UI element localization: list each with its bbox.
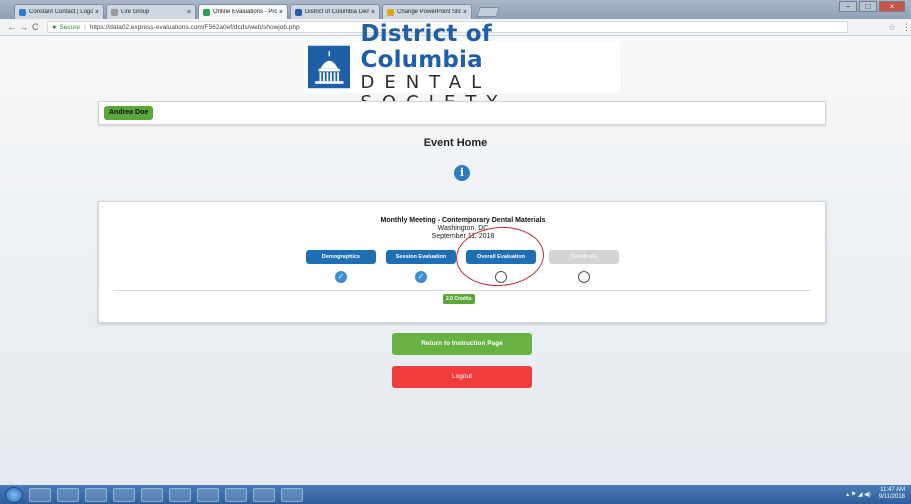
secure-label: Secure xyxy=(59,23,80,31)
browser-menu-icon[interactable]: ⋮ xyxy=(902,22,911,33)
tab-favicon-icon xyxy=(111,8,118,16)
browser-tab[interactable]: Constant Contact | Logo × xyxy=(14,4,104,19)
back-arrow-icon[interactable]: ← xyxy=(6,22,18,32)
url-separator: | xyxy=(84,23,86,31)
user-name-badge[interactable]: Andrea Doe xyxy=(104,106,154,120)
taskbar-app-icon[interactable] xyxy=(225,487,247,502)
page-content: District of Columbia DENTAL SOCIETY Andr… xyxy=(0,21,911,485)
browser-tab[interactable]: Lire Group × xyxy=(106,4,196,19)
lock-icon: ● xyxy=(52,23,57,31)
url-text: https://data02.express-evaluations.com/F… xyxy=(89,23,300,31)
page-title: Event Home xyxy=(423,137,488,149)
close-window-button[interactable]: × xyxy=(879,1,905,12)
certificate-button: Certificate xyxy=(549,250,619,264)
clock-date: 9/11/2018 xyxy=(878,494,905,500)
event-date: September 11, 2018 xyxy=(431,233,495,240)
demographics-button[interactable]: Demographics xyxy=(306,250,376,264)
user-bar: Andrea Doe xyxy=(98,101,826,125)
tab-close-icon[interactable]: × xyxy=(187,9,191,16)
taskbar-app-icon[interactable] xyxy=(141,487,163,502)
taskbar-app-icon[interactable] xyxy=(85,487,107,502)
event-location: Washington, DC xyxy=(437,225,489,232)
dcds-logo: District of Columbia DENTAL SOCIETY xyxy=(304,21,620,113)
tab-favicon-icon xyxy=(203,8,210,16)
certificate-status-icon xyxy=(578,271,590,283)
credits-badge: 2.0 Credits xyxy=(443,294,475,304)
demographics-checkmark-icon: ✓ xyxy=(335,271,347,283)
minimize-button[interactable]: − xyxy=(839,1,857,12)
tab-title: Lire Group xyxy=(121,9,150,15)
tab-close-icon[interactable]: × xyxy=(95,9,99,16)
system-tray: ▴ ⚑ ◢ ◀) 11:47 AM 9/11/2018 xyxy=(846,487,905,501)
new-tab-button[interactable] xyxy=(476,7,500,17)
card-divider xyxy=(113,290,811,291)
logout-button[interactable]: Logout xyxy=(392,366,532,388)
session-evaluation-checkmark-icon: ✓ xyxy=(415,271,427,283)
browser-tab-active[interactable]: Online Evaluations - Pro × xyxy=(198,4,288,19)
tab-title: Online Evaluations - Pro xyxy=(213,9,277,15)
tab-favicon-icon xyxy=(387,8,394,16)
bookmark-star-icon[interactable]: ☆ xyxy=(888,22,896,33)
taskbar-app-icon[interactable] xyxy=(57,487,79,502)
reload-icon[interactable]: C xyxy=(29,22,41,32)
window-controls: − □ × xyxy=(837,1,905,12)
windows-taskbar: ▴ ⚑ ◢ ◀) 11:47 AM 9/11/2018 xyxy=(0,485,911,504)
tab-close-icon[interactable]: × xyxy=(463,9,467,16)
info-icon[interactable]: i xyxy=(454,165,470,181)
clock[interactable]: 11:47 AM 9/11/2018 xyxy=(879,487,905,501)
return-to-instruction-button[interactable]: Return to Instruction Page xyxy=(392,333,532,355)
tab-favicon-icon xyxy=(295,8,302,16)
browser-tab[interactable]: District of Columbia Den × xyxy=(290,4,380,19)
forward-arrow-icon[interactable]: → xyxy=(18,22,30,32)
clock-time: 11:47 AM xyxy=(880,487,905,493)
start-button-icon[interactable] xyxy=(5,486,23,503)
taskbar-app-icon[interactable] xyxy=(281,487,303,502)
taskbar-app-icon[interactable] xyxy=(169,487,191,502)
browser-tab-bar: Constant Contact | Logo × Lire Group × O… xyxy=(0,0,911,19)
tray-icons[interactable]: ▴ ⚑ ◢ ◀) xyxy=(846,491,871,498)
taskbar-app-icon[interactable] xyxy=(253,487,275,502)
tab-title: Change PowerPoint Slid xyxy=(397,9,461,15)
tab-close-icon[interactable]: × xyxy=(371,9,375,16)
taskbar-app-icon[interactable] xyxy=(29,487,51,502)
event-title: Monthly Meeting - Contemporary Dental Ma… xyxy=(380,217,546,224)
logo-line-1: District of Columbia xyxy=(360,21,493,73)
browser-tab[interactable]: Change PowerPoint Slid × xyxy=(382,4,472,19)
tab-title: District of Columbia Den xyxy=(305,9,369,15)
taskbar-app-icon[interactable] xyxy=(197,487,219,502)
tab-close-icon[interactable]: × xyxy=(279,9,283,16)
tab-title: Constant Contact | Logo xyxy=(29,9,93,15)
session-evaluation-button[interactable]: Session Evaluation xyxy=(386,250,456,264)
maximize-button[interactable]: □ xyxy=(859,1,877,12)
taskbar-app-icon[interactable] xyxy=(113,487,135,502)
capitol-dome-icon xyxy=(308,45,351,89)
tab-favicon-icon xyxy=(19,8,26,16)
